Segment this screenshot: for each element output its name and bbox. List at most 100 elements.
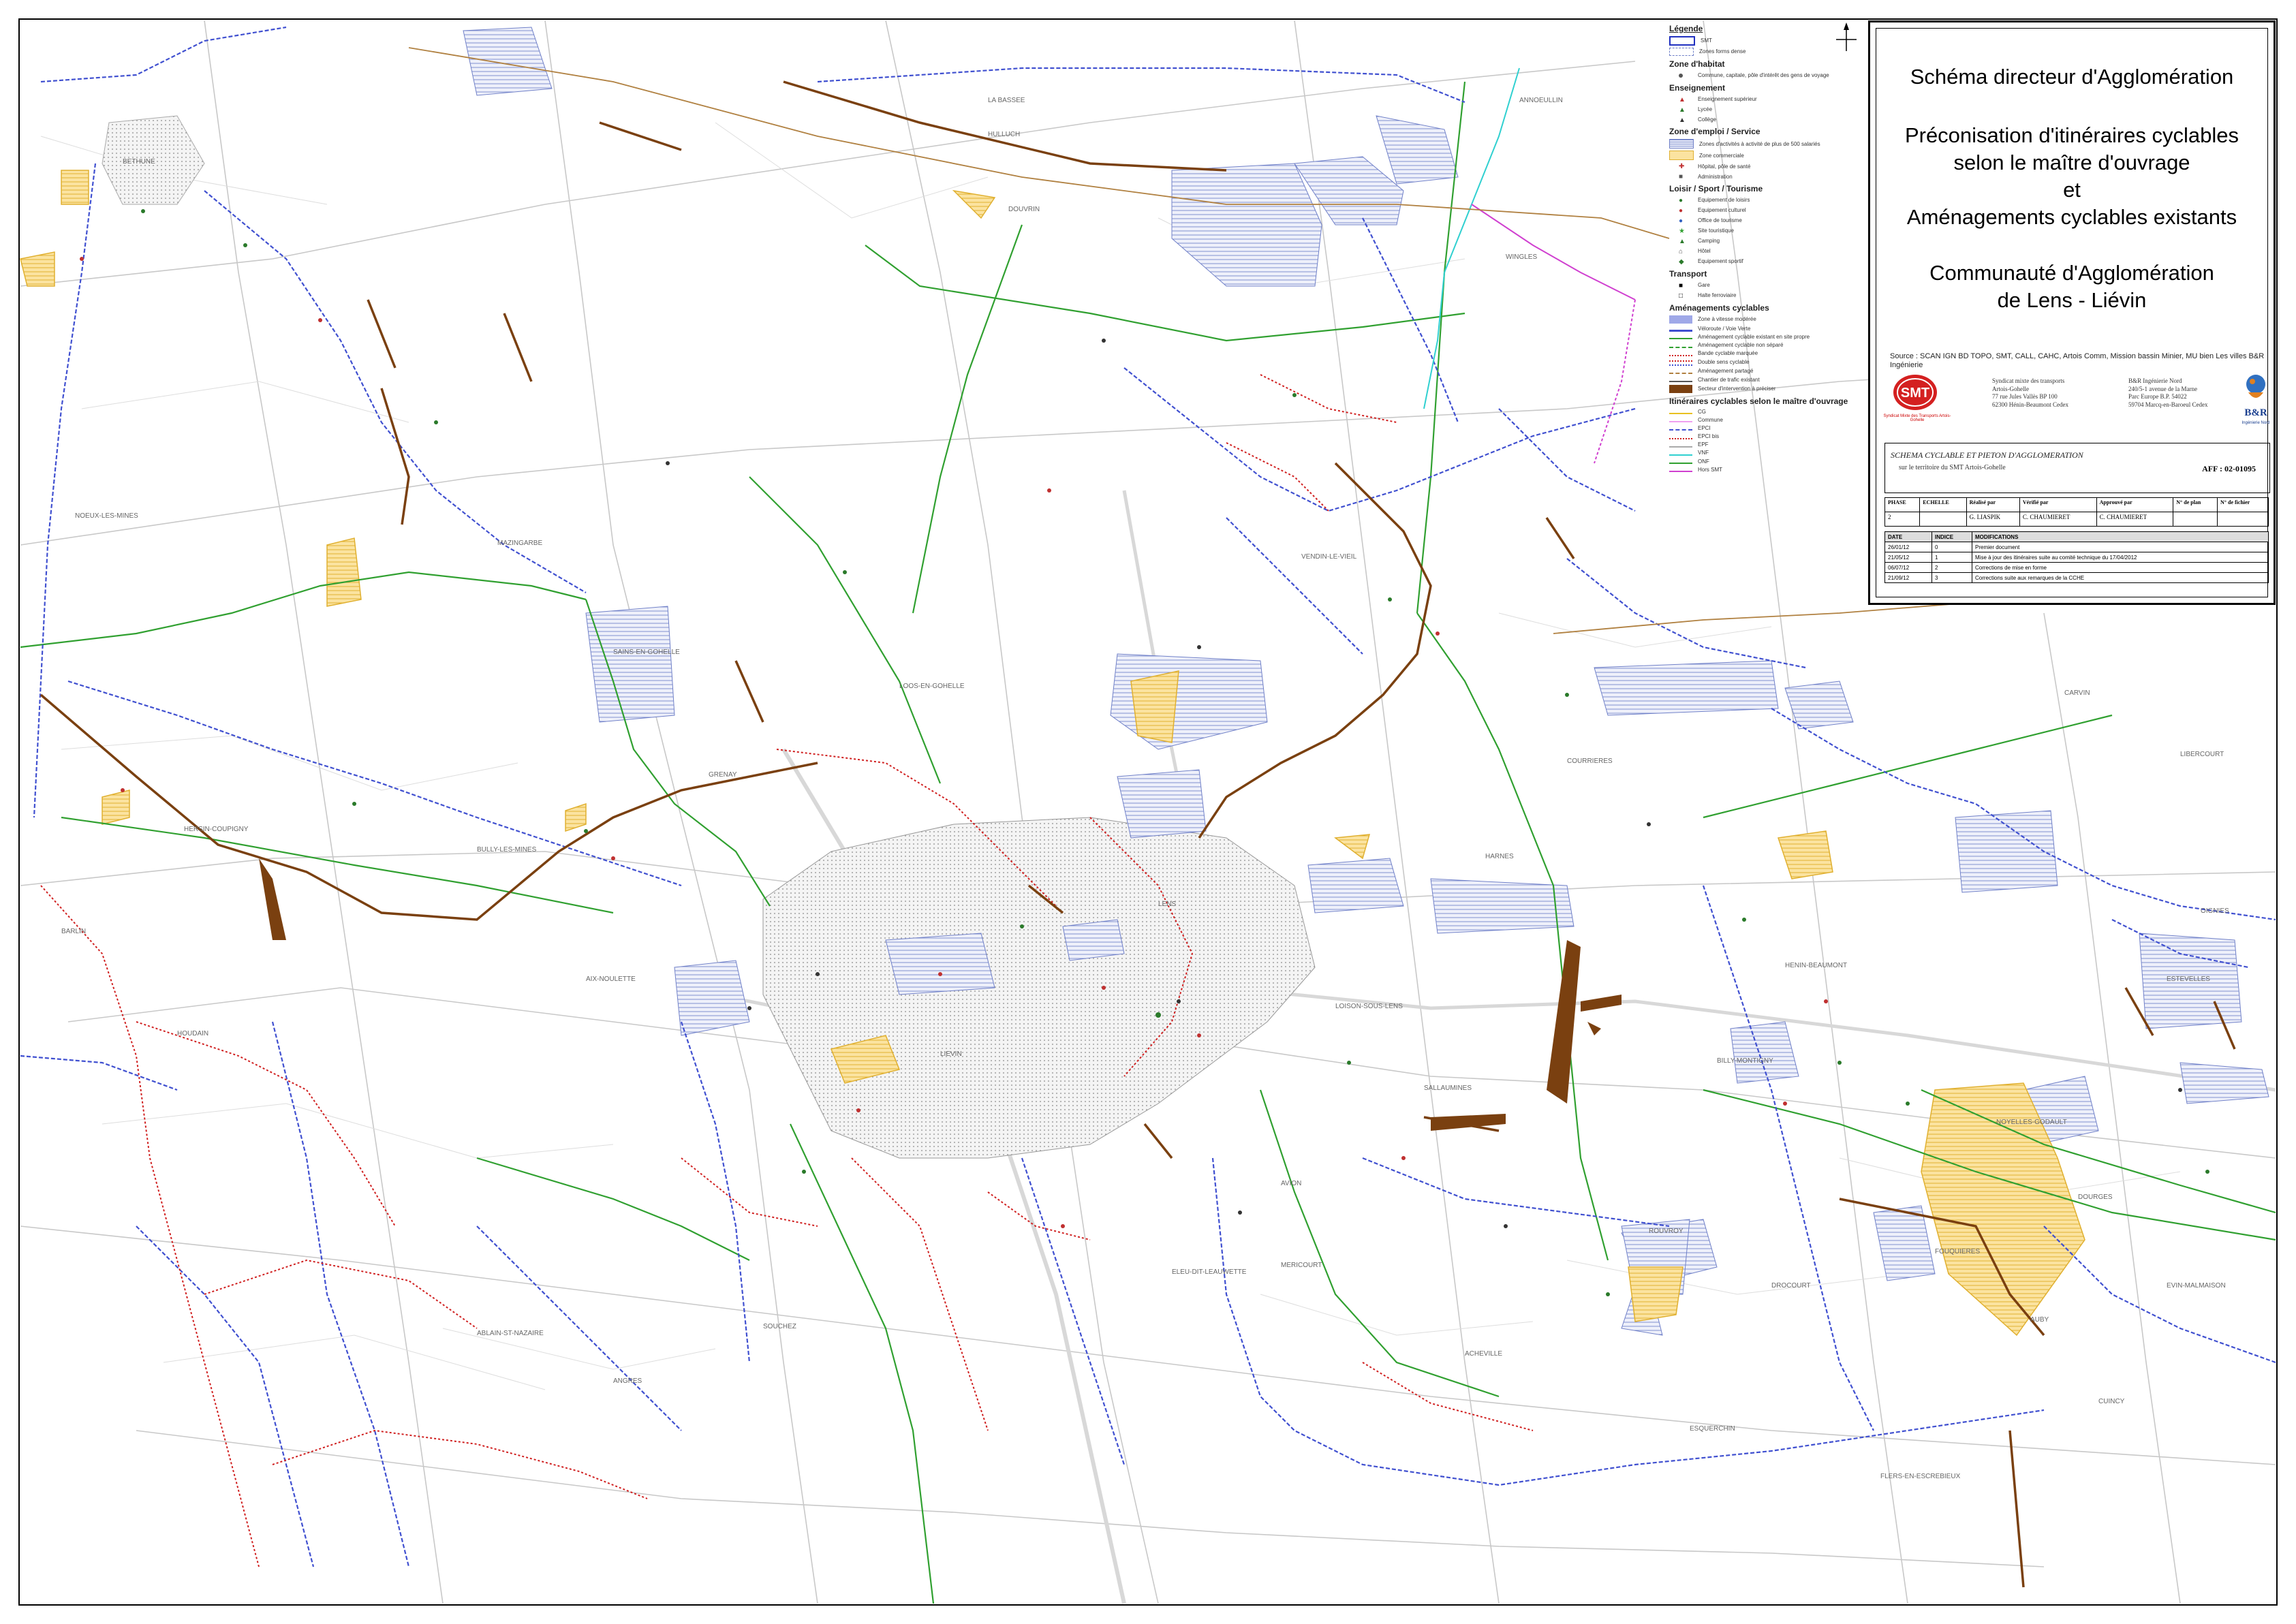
legend-swatch <box>1669 446 1692 448</box>
mod-row: 21/05/12 1 Mise à jour des itinéraires s… <box>1884 552 2269 563</box>
legend-swatch <box>1669 346 1692 348</box>
legend-swatch: ▲ <box>1679 237 1686 245</box>
br-address: B&R Ingénierie Nord 240/5-1 avenue de la… <box>2128 377 2231 409</box>
title-line-6: Communauté d'Agglomération <box>1929 261 2214 285</box>
legend-label: Equipement de loisirs <box>1698 197 1750 204</box>
legend-swatch: ▲ <box>1679 96 1686 104</box>
legend-swatch: ▲ <box>1679 116 1686 125</box>
place-label: ESTEVELLES <box>2167 975 2210 983</box>
legend-swatch <box>1669 471 1692 473</box>
legend-label: Zone à vitesse modérée <box>1698 315 1756 322</box>
title-line-3: selon le maître d'ouvrage <box>1953 151 2190 174</box>
legend-label: Site touristique <box>1698 228 1734 234</box>
phase-value-cell <box>2217 512 2269 527</box>
legend-label: Zones forms dense <box>1699 48 1746 55</box>
title-block-inner: Schéma directeur d'Agglomération Préconi… <box>1876 28 2270 597</box>
place-label: ROUVROY <box>1649 1228 1684 1235</box>
place-label: SALLAUMINES <box>1424 1084 1472 1092</box>
place-label: ABLAIN-ST-NAZAIRE <box>477 1330 544 1337</box>
phase-header-row: PHASE ECHELLE Réalisé par Vérifié par Ap… <box>1884 497 2269 512</box>
legend-label: Camping <box>1698 238 1720 245</box>
br-address-line: Parc Europe B.P. 54022 <box>2128 393 2187 401</box>
phase-header-cell: Réalisé par <box>1966 497 2020 512</box>
smt-address-line: 62300 Hénin-Beaumont Cedex <box>1992 401 2068 409</box>
legend-label: EPCI <box>1698 424 1711 431</box>
legend-label: EPF <box>1698 441 1709 448</box>
legend-swatch: ■ <box>1679 173 1684 181</box>
phase-value-cell: 2 <box>1884 512 1921 527</box>
place-label: HENIN-BEAUMONT <box>1785 962 1847 969</box>
place-label: ELEU-DIT-LEAUWETTE <box>1172 1268 1247 1276</box>
smt-address: Syndicat mixte des transports Artois-Goh… <box>1992 377 2108 409</box>
smt-logo-caption: Syndicat Mixte des Transports Artois-Goh… <box>1883 414 1951 422</box>
legend-swatch <box>1669 413 1692 415</box>
legend-label: Halte ferroviaire <box>1698 292 1737 299</box>
legend-swatch <box>1669 454 1692 456</box>
place-label: NOEUX-LES-MINES <box>75 512 138 520</box>
place-label: DOURGES <box>2078 1193 2113 1201</box>
legend-swatch <box>1669 315 1692 324</box>
schema-subtitle: sur le territoire du SMT Artois-Gohelle <box>1899 464 2006 471</box>
place-label: ESQUERCHIN <box>1690 1425 1735 1433</box>
legend-row: ■ Administration <box>1669 172 1853 181</box>
place-label: AIX-NOULETTE <box>586 975 636 983</box>
place-label: EVIN-MALMAISON <box>2167 1282 2226 1290</box>
legend-row: EPCI <box>1669 425 1853 431</box>
modifications-table: DATE INDICE MODIFICATIONS 26/01/12 0 Pre… <box>1884 531 2269 583</box>
legend-row: Secteur d'intervention à préciser <box>1669 384 1853 393</box>
legend-label: Aménagement cyclable non séparé <box>1698 341 1784 348</box>
place-label: AUBY <box>2030 1316 2049 1324</box>
phase-value-cell: C. CHAUMIERET <box>2019 512 2097 527</box>
place-label: FOUQUIERES <box>1935 1248 1980 1255</box>
legend-swatch <box>1669 151 1694 161</box>
legend-section: Zone d'habitat <box>1669 59 1725 69</box>
mod-cell: 21/09/12 <box>1884 572 1932 583</box>
legend-row: Hors SMT <box>1669 467 1853 473</box>
legend-swatch <box>1669 421 1692 423</box>
legend-row: Zone à vitesse modérée <box>1669 315 1853 324</box>
mod-cell: Premier document <box>1972 542 2269 552</box>
legend-title: Légende <box>1669 24 1703 33</box>
legend-row: Bande cyclable marquée <box>1669 350 1853 356</box>
br-address-line: 240/5-1 avenue de la Marne <box>2128 385 2197 392</box>
smt-address-line: 77 rue Jules Vallès BP 100 <box>1992 393 2058 401</box>
phase-value-row: 2 G. LIASPIK C. CHAUMIERET C. CHAUMIERET <box>1884 512 2269 527</box>
legend-row: ▲ Collège <box>1669 115 1853 125</box>
legend-swatch: ● <box>1679 196 1684 204</box>
place-label: BULLY-LES-MINES <box>477 846 537 854</box>
legend-swatch <box>1669 429 1692 431</box>
place-label: MAZINGARBE <box>497 540 542 547</box>
legend-label: Collège <box>1698 116 1717 123</box>
legend-row: ⌂ Hôtel <box>1669 247 1853 255</box>
legend-swatch <box>1669 139 1694 149</box>
legend-row: ● Office de tourisme <box>1669 217 1853 225</box>
place-label: LENS <box>1158 901 1176 908</box>
phase-header-cell: N° de plan <box>2173 497 2218 512</box>
legend-row: ● Equipement de loisirs <box>1669 196 1853 204</box>
place-label: VENDIN-LE-VIEIL <box>1301 553 1357 561</box>
mod-cell: 0 <box>1932 542 1972 552</box>
place-label: LOOS-EN-GOHELLE <box>899 683 965 690</box>
legend-row: Commune, capitale, pôle d'intérêt des ge… <box>1669 72 1853 80</box>
legend-row: Véloroute / Voie Verte <box>1669 326 1853 332</box>
legend-row: CG <box>1669 409 1853 415</box>
map-legend: Légende SMT Zones forms dense Zone d'hab… <box>1669 20 1853 593</box>
legend-label: SMT <box>1701 37 1712 44</box>
legend-swatch <box>1669 354 1692 356</box>
place-label: WINGLES <box>1506 253 1537 261</box>
mod-cell: Corrections suite aux remarques de la CC… <box>1972 572 2269 583</box>
title-line-1: Schéma directeur d'Agglomération <box>1910 65 2234 89</box>
legend-row: Double sens cyclable <box>1669 358 1853 366</box>
legend-row: VNF <box>1669 450 1853 456</box>
place-label: CUINCY <box>2098 1398 2125 1405</box>
place-label: FLERS-EN-ESCREBIEUX <box>1880 1473 1961 1480</box>
place-label: DROCOURT <box>1771 1282 1811 1290</box>
legend-label: Chantier de trafic existant <box>1698 376 1760 383</box>
mod-row: 06/07/12 2 Corrections de mise en forme <box>1884 562 2269 573</box>
phase-value-cell: G. LIASPIK <box>1966 512 2020 527</box>
legend-swatch <box>1669 360 1692 366</box>
legend-row: ✚ Hôpital, pôle de santé <box>1669 162 1853 170</box>
legend-label: Commune, capitale, pôle d'intérêt des ge… <box>1698 72 1829 78</box>
legend-swatch <box>1669 72 1692 80</box>
title-block: Schéma directeur d'Agglomération Préconi… <box>1868 20 2276 605</box>
